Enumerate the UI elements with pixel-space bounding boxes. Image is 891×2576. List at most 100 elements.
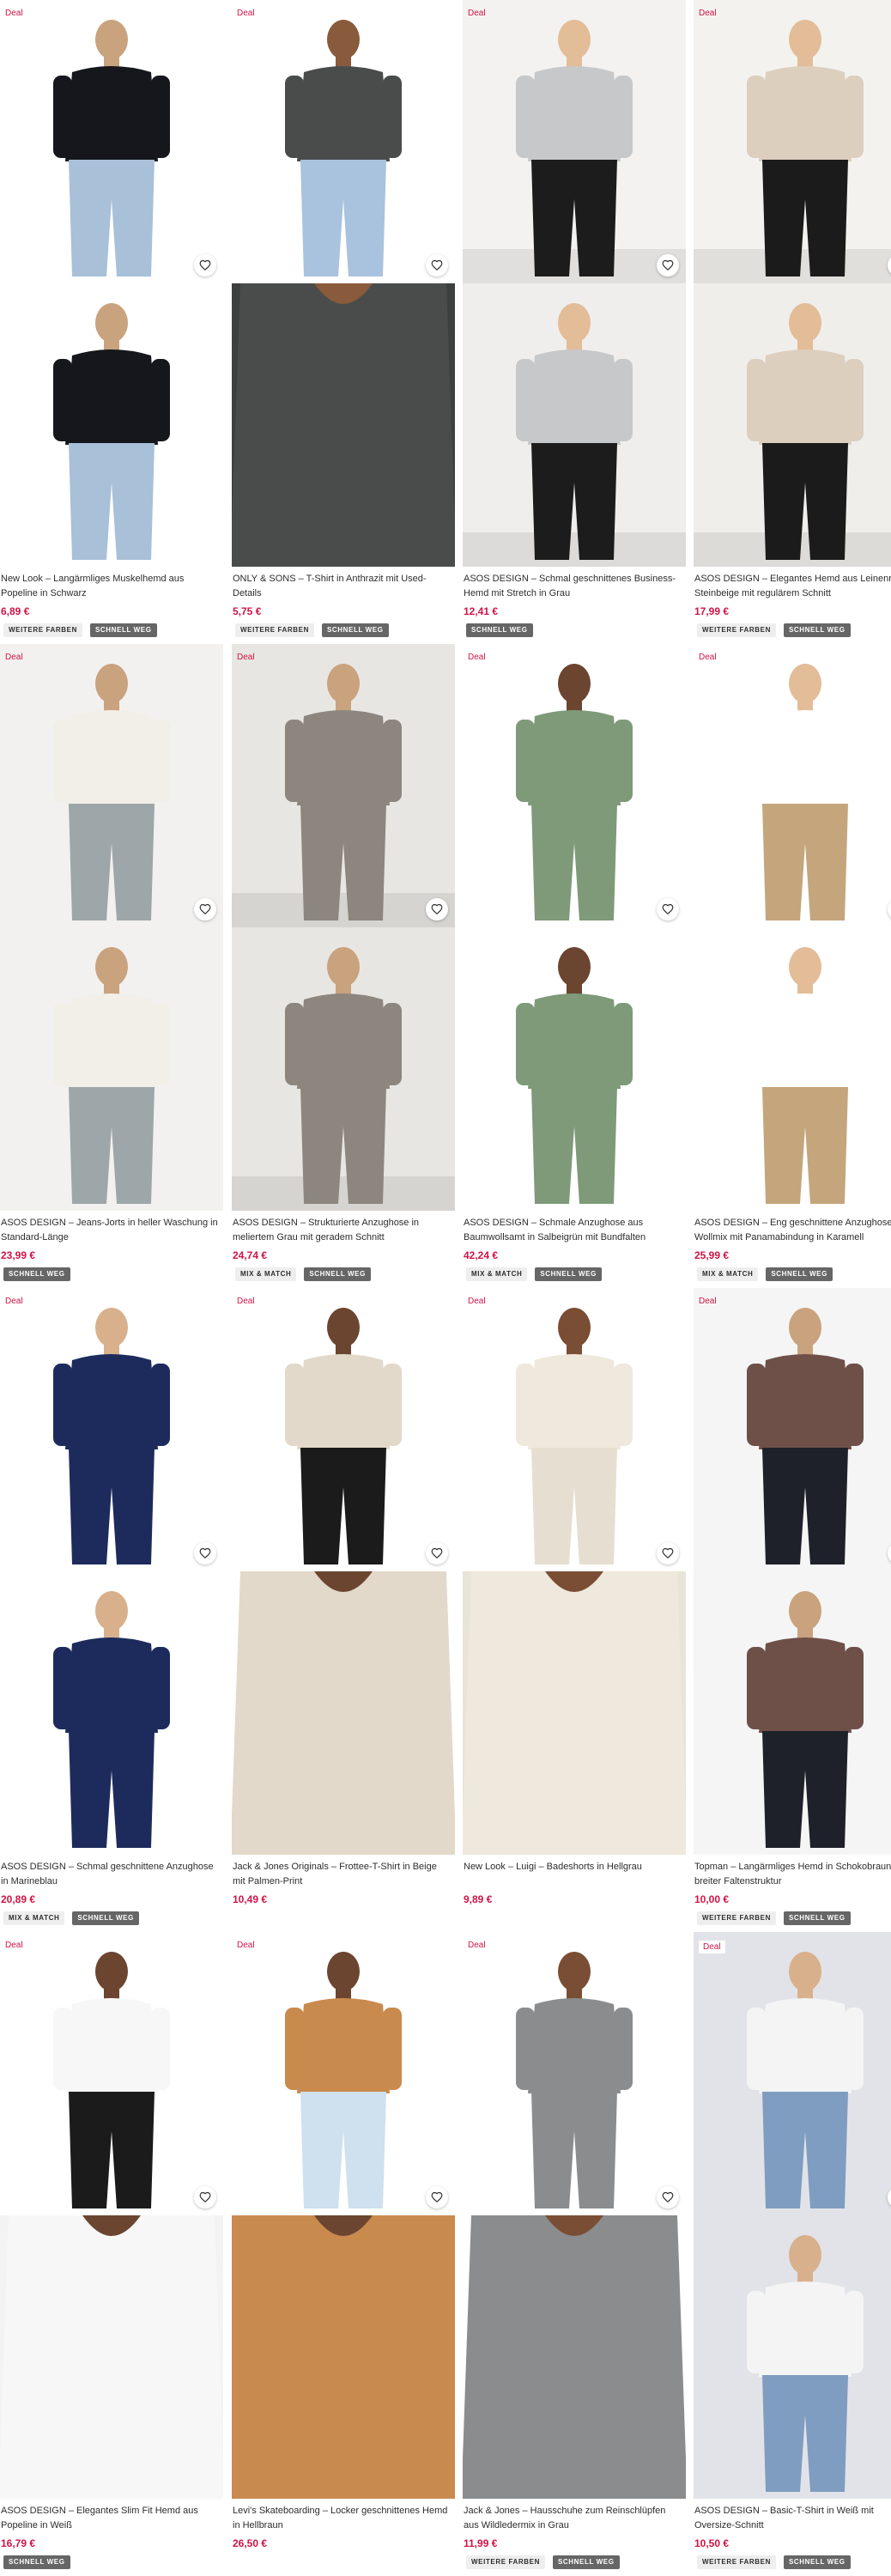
product-tag[interactable]: Schnell weg (89, 623, 157, 637)
save-for-later-button[interactable] (426, 2186, 448, 2208)
product-card[interactable]: Deal ASOS DESIGN – Schmal geschnittenes B… (463, 0, 686, 644)
product-tag[interactable]: Schnell weg (766, 1267, 833, 1281)
product-tag[interactable]: Schnell weg (783, 623, 851, 637)
product-image-detail[interactable] (0, 283, 223, 567)
product-image-gallery[interactable]: Deal (0, 0, 223, 567)
product-image-detail[interactable] (0, 927, 223, 1211)
product-card[interactable]: Deal ASOS DESIGN – Schmale Anzughose aus … (463, 644, 686, 1288)
product-tag[interactable]: Schnell weg (3, 1267, 70, 1281)
product-title[interactable]: Jack & Jones Originals – Frottee-T-Shirt… (232, 1860, 455, 1889)
product-card[interactable]: Deal ASOS DESIGN – Elegantes Hemd aus Lei… (694, 0, 891, 644)
product-title[interactable]: ASOS DESIGN – Elegantes Hemd aus Leinenm… (694, 572, 891, 601)
product-image-detail[interactable] (694, 1571, 891, 1855)
product-tag[interactable]: Schnell weg (552, 2555, 620, 2569)
product-title[interactable]: ASOS DESIGN – Jeans-Jorts in heller Wasc… (0, 1216, 223, 1245)
save-for-later-button[interactable] (194, 2186, 216, 2208)
save-for-later-button[interactable] (426, 898, 448, 920)
product-title[interactable]: ASOS DESIGN – Strukturierte Anzughose in… (232, 1216, 455, 1245)
product-card[interactable]: Deal Jack & Jones Originals – Frottee-T-S… (232, 1288, 455, 1932)
product-tag[interactable]: Schnell weg (72, 1911, 139, 1925)
product-image-front[interactable] (463, 644, 686, 927)
product-image-detail[interactable] (694, 283, 891, 567)
product-tag[interactable]: Weitere Farben (697, 1911, 776, 1925)
product-card[interactable]: Deal ONLY & SONS – T-Shirt in Anthrazit m… (232, 0, 455, 644)
product-card[interactable]: Deal ASOS DESIGN – Schmal geschnittene An… (0, 1288, 223, 1932)
product-image-detail[interactable] (463, 927, 686, 1211)
product-title[interactable]: ASOS DESIGN – Schmal geschnittenes Busin… (463, 572, 686, 601)
product-image-front[interactable] (463, 1932, 686, 2215)
product-tag[interactable]: Weitere Farben (3, 623, 82, 637)
product-image-front[interactable] (232, 644, 455, 927)
product-image-detail[interactable] (694, 927, 891, 1211)
save-for-later-button[interactable] (657, 254, 679, 276)
product-tag[interactable]: Mix & Match (3, 1911, 65, 1925)
product-image-gallery[interactable]: Deal (232, 0, 455, 567)
product-card[interactable]: Deal ASOS DESIGN – Jeans-Jorts in heller … (0, 644, 223, 1288)
product-image-detail[interactable] (0, 1571, 223, 1855)
product-title[interactable]: Topman – Langärmliges Hemd in Schokobrau… (694, 1860, 891, 1889)
product-image-gallery[interactable]: Deal (694, 0, 891, 567)
save-for-later-button[interactable] (657, 1542, 679, 1564)
product-image-gallery[interactable]: Deal (463, 1932, 686, 2499)
product-card[interactable]: Deal ASOS DESIGN – Basic-T-Shirt in Weiß … (694, 1932, 891, 2576)
product-image-front[interactable] (694, 644, 891, 927)
product-tag[interactable]: Weitere Farben (235, 623, 314, 637)
product-tag[interactable]: Schnell weg (321, 623, 389, 637)
product-image-front[interactable] (232, 0, 455, 283)
save-for-later-button[interactable] (194, 254, 216, 276)
product-image-front[interactable] (0, 1932, 223, 2215)
product-image-detail[interactable] (232, 927, 455, 1211)
product-image-detail[interactable] (0, 2215, 223, 2499)
product-image-gallery[interactable]: Deal (0, 1288, 223, 1855)
product-card[interactable]: Deal New Look – Luigi – Badeshorts in Hel… (463, 1288, 686, 1932)
product-tag[interactable]: Schnell weg (304, 1267, 371, 1281)
product-card[interactable]: Deal ASOS DESIGN – Eng geschnittene Anzug… (694, 644, 891, 1288)
product-image-gallery[interactable]: Deal (694, 644, 891, 1211)
product-title[interactable]: ONLY & SONS – T-Shirt in Anthrazit mit U… (232, 572, 455, 601)
product-tag[interactable]: Weitere Farben (697, 623, 776, 637)
product-tag[interactable]: Schnell weg (783, 2555, 851, 2569)
product-card[interactable]: Deal Jack & Jones – Hausschuhe zum Reinsc… (463, 1932, 686, 2576)
product-image-front[interactable] (232, 1288, 455, 1571)
product-image-detail[interactable] (463, 283, 686, 567)
product-tag[interactable]: Schnell weg (466, 623, 533, 637)
product-image-front[interactable] (0, 1288, 223, 1571)
save-for-later-button[interactable] (657, 898, 679, 920)
save-for-later-button[interactable] (194, 1542, 216, 1564)
product-image-detail[interactable] (463, 1571, 686, 1855)
product-image-gallery[interactable]: Deal (0, 1932, 223, 2499)
product-card[interactable]: Deal New Look – Langärmliges Muskelhemd a… (0, 0, 223, 644)
product-image-front[interactable] (694, 1288, 891, 1571)
product-title[interactable]: Levi's Skateboarding – Locker geschnitte… (232, 2504, 455, 2533)
product-image-front[interactable] (694, 1932, 891, 2215)
product-title[interactable]: New Look – Langärmliges Muskelhemd aus P… (0, 572, 223, 601)
product-title[interactable]: ASOS DESIGN – Elegantes Slim Fit Hemd au… (0, 2504, 223, 2533)
product-tag[interactable]: Weitere Farben (466, 2555, 545, 2569)
product-tag[interactable]: Mix & Match (466, 1267, 528, 1281)
product-image-gallery[interactable]: Deal (694, 1932, 891, 2499)
product-image-front[interactable] (463, 0, 686, 283)
product-card[interactable]: Deal ASOS DESIGN – Elegantes Slim Fit Hem… (0, 1932, 223, 2576)
product-tag[interactable]: Schnell weg (783, 1911, 851, 1925)
product-image-gallery[interactable]: Deal (463, 644, 686, 1211)
product-image-detail[interactable] (694, 2215, 891, 2499)
product-card[interactable]: Deal Topman – Langärmliges Hemd in Schoko… (694, 1288, 891, 1932)
product-image-front[interactable] (0, 0, 223, 283)
product-image-detail[interactable] (463, 2215, 686, 2499)
product-image-gallery[interactable]: Deal (694, 1288, 891, 1855)
product-image-gallery[interactable]: Deal (232, 1288, 455, 1855)
product-image-gallery[interactable]: Deal (463, 0, 686, 567)
product-image-front[interactable] (463, 1288, 686, 1571)
product-tag[interactable]: Mix & Match (697, 1267, 759, 1281)
product-image-detail[interactable] (232, 2215, 455, 2499)
product-tag[interactable]: Mix & Match (235, 1267, 297, 1281)
save-for-later-button[interactable] (426, 254, 448, 276)
product-image-front[interactable] (0, 644, 223, 927)
product-title[interactable]: ASOS DESIGN – Eng geschnittene Anzughose… (694, 1216, 891, 1245)
save-for-later-button[interactable] (657, 2186, 679, 2208)
save-for-later-button[interactable] (194, 898, 216, 920)
product-tag[interactable]: Schnell weg (535, 1267, 602, 1281)
product-image-gallery[interactable]: Deal (232, 1932, 455, 2499)
product-image-front[interactable] (232, 1932, 455, 2215)
save-for-later-button[interactable] (426, 1542, 448, 1564)
